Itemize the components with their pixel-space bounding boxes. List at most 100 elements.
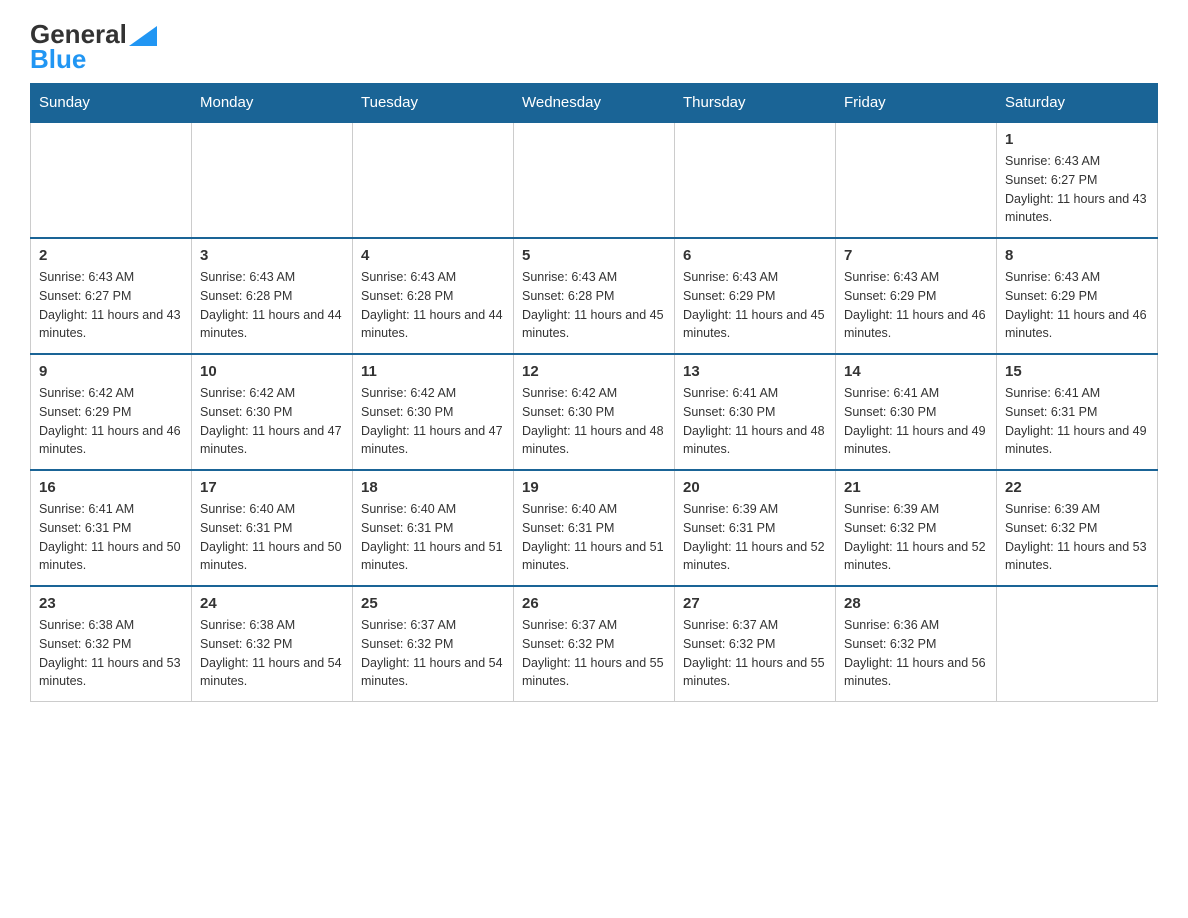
calendar-cell: 19 Sunrise: 6:40 AM Sunset: 6:31 PM Dayli… (514, 470, 675, 586)
calendar-cell: 7 Sunrise: 6:43 AM Sunset: 6:29 PM Daylig… (836, 238, 997, 354)
calendar-cell: 9 Sunrise: 6:42 AM Sunset: 6:29 PM Daylig… (31, 354, 192, 470)
day-number: 10 (200, 363, 344, 380)
day-info: Sunrise: 6:43 AM Sunset: 6:28 PM Dayligh… (522, 268, 666, 343)
day-number: 24 (200, 595, 344, 612)
day-number: 16 (39, 479, 183, 496)
calendar-cell (192, 122, 353, 238)
day-info: Sunrise: 6:41 AM Sunset: 6:31 PM Dayligh… (39, 500, 183, 575)
day-info: Sunrise: 6:38 AM Sunset: 6:32 PM Dayligh… (200, 616, 344, 691)
day-number: 27 (683, 595, 827, 612)
day-info: Sunrise: 6:40 AM Sunset: 6:31 PM Dayligh… (200, 500, 344, 575)
day-info: Sunrise: 6:37 AM Sunset: 6:32 PM Dayligh… (683, 616, 827, 691)
day-number: 11 (361, 363, 505, 380)
calendar-cell: 25 Sunrise: 6:37 AM Sunset: 6:32 PM Dayli… (353, 586, 514, 702)
day-info: Sunrise: 6:43 AM Sunset: 6:29 PM Dayligh… (844, 268, 988, 343)
day-number: 17 (200, 479, 344, 496)
day-number: 6 (683, 247, 827, 264)
calendar-week-1: 1 Sunrise: 6:43 AM Sunset: 6:27 PM Daylig… (31, 122, 1158, 238)
day-number: 22 (1005, 479, 1149, 496)
page-header: General Blue (30, 20, 1158, 73)
calendar-header-row: SundayMondayTuesdayWednesdayThursdayFrid… (31, 84, 1158, 123)
calendar-cell: 23 Sunrise: 6:38 AM Sunset: 6:32 PM Dayli… (31, 586, 192, 702)
day-number: 8 (1005, 247, 1149, 264)
day-info: Sunrise: 6:43 AM Sunset: 6:29 PM Dayligh… (683, 268, 827, 343)
calendar-cell: 15 Sunrise: 6:41 AM Sunset: 6:31 PM Dayli… (997, 354, 1158, 470)
calendar-cell: 12Sunrise: 6:42 AM Sunset: 6:30 PM Dayli… (514, 354, 675, 470)
calendar-table: SundayMondayTuesdayWednesdayThursdayFrid… (30, 83, 1158, 702)
day-info: Sunrise: 6:38 AM Sunset: 6:32 PM Dayligh… (39, 616, 183, 691)
day-number: 15 (1005, 363, 1149, 380)
logo-arrow-icon (129, 26, 157, 46)
day-header-tuesday: Tuesday (353, 84, 514, 123)
day-number: 13 (683, 363, 827, 380)
day-number: 2 (39, 247, 183, 264)
calendar-cell: 27 Sunrise: 6:37 AM Sunset: 6:32 PM Dayli… (675, 586, 836, 702)
calendar-cell: 3Sunrise: 6:43 AM Sunset: 6:28 PM Daylig… (192, 238, 353, 354)
calendar-cell: 26 Sunrise: 6:37 AM Sunset: 6:32 PM Dayli… (514, 586, 675, 702)
day-number: 23 (39, 595, 183, 612)
day-number: 9 (39, 363, 183, 380)
day-number: 7 (844, 247, 988, 264)
day-header-friday: Friday (836, 84, 997, 123)
calendar-cell: 6 Sunrise: 6:43 AM Sunset: 6:29 PM Daylig… (675, 238, 836, 354)
day-info: Sunrise: 6:41 AM Sunset: 6:31 PM Dayligh… (1005, 384, 1149, 459)
day-info: Sunrise: 6:41 AM Sunset: 6:30 PM Dayligh… (844, 384, 988, 459)
day-info: Sunrise: 6:42 AM Sunset: 6:30 PM Dayligh… (361, 384, 505, 459)
logo-text-blue: Blue (30, 45, 86, 74)
day-header-sunday: Sunday (31, 84, 192, 123)
day-info: Sunrise: 6:40 AM Sunset: 6:31 PM Dayligh… (361, 500, 505, 575)
day-number: 1 (1005, 131, 1149, 148)
calendar-cell: 2 Sunrise: 6:43 AM Sunset: 6:27 PM Daylig… (31, 238, 192, 354)
day-info: Sunrise: 6:43 AM Sunset: 6:28 PM Dayligh… (200, 268, 344, 343)
logo-container: General Blue (30, 20, 157, 73)
calendar-cell: 1 Sunrise: 6:43 AM Sunset: 6:27 PM Daylig… (997, 122, 1158, 238)
calendar-cell: 8 Sunrise: 6:43 AM Sunset: 6:29 PM Daylig… (997, 238, 1158, 354)
day-info: Sunrise: 6:43 AM Sunset: 6:29 PM Dayligh… (1005, 268, 1149, 343)
calendar-cell (675, 122, 836, 238)
day-info: Sunrise: 6:40 AM Sunset: 6:31 PM Dayligh… (522, 500, 666, 575)
calendar-cell (514, 122, 675, 238)
day-number: 21 (844, 479, 988, 496)
day-info: Sunrise: 6:39 AM Sunset: 6:32 PM Dayligh… (844, 500, 988, 575)
day-number: 12 (522, 363, 666, 380)
day-number: 26 (522, 595, 666, 612)
calendar-cell: 4Sunrise: 6:43 AM Sunset: 6:28 PM Daylig… (353, 238, 514, 354)
calendar-cell: 10 Sunrise: 6:42 AM Sunset: 6:30 PM Dayli… (192, 354, 353, 470)
day-number: 5 (522, 247, 666, 264)
calendar-cell: 11 Sunrise: 6:42 AM Sunset: 6:30 PM Dayli… (353, 354, 514, 470)
calendar-cell (997, 586, 1158, 702)
calendar-week-2: 2 Sunrise: 6:43 AM Sunset: 6:27 PM Daylig… (31, 238, 1158, 354)
calendar-week-3: 9 Sunrise: 6:42 AM Sunset: 6:29 PM Daylig… (31, 354, 1158, 470)
day-number: 18 (361, 479, 505, 496)
day-info: Sunrise: 6:42 AM Sunset: 6:30 PM Dayligh… (200, 384, 344, 459)
calendar-cell: 13 Sunrise: 6:41 AM Sunset: 6:30 PM Dayli… (675, 354, 836, 470)
calendar-week-4: 16 Sunrise: 6:41 AM Sunset: 6:31 PM Dayli… (31, 470, 1158, 586)
calendar-cell: 21 Sunrise: 6:39 AM Sunset: 6:32 PM Dayli… (836, 470, 997, 586)
day-number: 25 (361, 595, 505, 612)
calendar-cell (31, 122, 192, 238)
calendar-cell (836, 122, 997, 238)
day-number: 28 (844, 595, 988, 612)
day-number: 19 (522, 479, 666, 496)
day-info: Sunrise: 6:37 AM Sunset: 6:32 PM Dayligh… (522, 616, 666, 691)
day-info: Sunrise: 6:42 AM Sunset: 6:29 PM Dayligh… (39, 384, 183, 459)
day-header-monday: Monday (192, 84, 353, 123)
calendar-cell (353, 122, 514, 238)
day-number: 14 (844, 363, 988, 380)
day-number: 4 (361, 247, 505, 264)
day-info: Sunrise: 6:39 AM Sunset: 6:32 PM Dayligh… (1005, 500, 1149, 575)
calendar-cell: 24 Sunrise: 6:38 AM Sunset: 6:32 PM Dayli… (192, 586, 353, 702)
calendar-cell: 20Sunrise: 6:39 AM Sunset: 6:31 PM Dayli… (675, 470, 836, 586)
day-info: Sunrise: 6:43 AM Sunset: 6:27 PM Dayligh… (39, 268, 183, 343)
calendar-cell: 16 Sunrise: 6:41 AM Sunset: 6:31 PM Dayli… (31, 470, 192, 586)
calendar-cell: 5 Sunrise: 6:43 AM Sunset: 6:28 PM Daylig… (514, 238, 675, 354)
day-info: Sunrise: 6:41 AM Sunset: 6:30 PM Dayligh… (683, 384, 827, 459)
day-info: Sunrise: 6:36 AM Sunset: 6:32 PM Dayligh… (844, 616, 988, 691)
logo: General Blue (30, 20, 157, 73)
day-info: Sunrise: 6:39 AM Sunset: 6:31 PM Dayligh… (683, 500, 827, 575)
day-header-saturday: Saturday (997, 84, 1158, 123)
day-info: Sunrise: 6:43 AM Sunset: 6:27 PM Dayligh… (1005, 152, 1149, 227)
day-header-wednesday: Wednesday (514, 84, 675, 123)
calendar-cell: 18 Sunrise: 6:40 AM Sunset: 6:31 PM Dayli… (353, 470, 514, 586)
day-info: Sunrise: 6:37 AM Sunset: 6:32 PM Dayligh… (361, 616, 505, 691)
